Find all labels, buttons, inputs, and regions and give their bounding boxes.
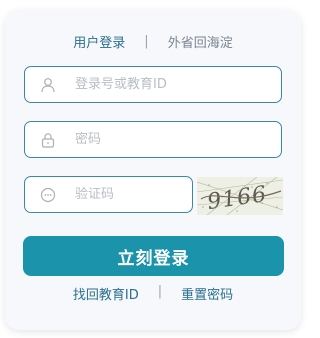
account-field[interactable] — [24, 66, 282, 103]
captcha-field[interactable] — [24, 176, 245, 213]
chat-bubble-icon — [40, 187, 56, 203]
tab-other-province[interactable]: 外省回海淀 — [168, 32, 233, 51]
captcha-image[interactable]: 9166 — [197, 177, 283, 215]
user-icon — [40, 77, 56, 93]
lock-icon — [40, 132, 56, 148]
reset-password-link[interactable]: 重置密码 — [181, 284, 233, 303]
login-tabs: 用户登录 | 外省回海淀 — [5, 32, 301, 51]
login-card: 用户登录 | 外省回海淀 登录号或教育ID 验证码 9166 立刻登录 找回教育… — [5, 10, 301, 330]
tab-user-login[interactable]: 用户登录 — [73, 32, 125, 51]
tab-separator: | — [144, 34, 149, 49]
password-input[interactable] — [75, 132, 281, 147]
password-field[interactable] — [24, 121, 282, 158]
links-separator: | — [157, 284, 163, 299]
retrieve-id-link[interactable]: 找回教育ID — [73, 284, 139, 303]
login-button[interactable]: 立刻登录 — [23, 236, 284, 276]
bottom-links: 找回教育ID | 重置密码 — [5, 284, 301, 303]
account-input[interactable] — [75, 77, 281, 92]
